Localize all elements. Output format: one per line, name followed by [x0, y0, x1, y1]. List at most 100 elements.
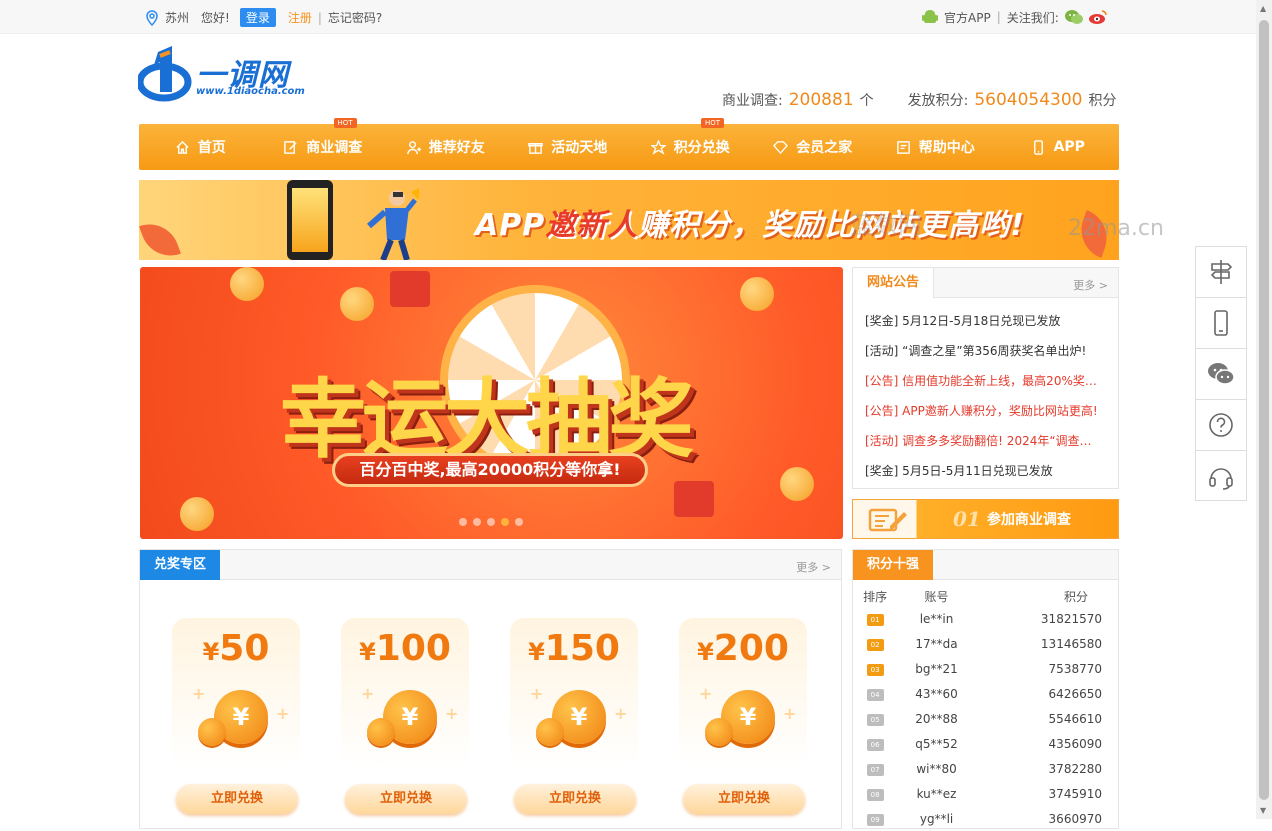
login-button[interactable]: 登录	[239, 8, 276, 27]
amount-value: 150	[544, 628, 620, 669]
join-number: 01	[953, 507, 981, 531]
carousel-dots	[459, 518, 523, 526]
small-coin-icon	[705, 718, 733, 746]
nav-app[interactable]: APP	[997, 124, 1120, 170]
exchange-card: ¥100 + + ¥ 立即兑换	[341, 618, 469, 814]
gift-decoration	[674, 481, 714, 517]
side-toolbar	[1195, 246, 1247, 501]
exchange-card: ¥50 + + ¥ 立即兑换	[172, 618, 300, 814]
rank-account: ku**ez	[916, 786, 957, 801]
rank-badge: 08	[866, 789, 884, 801]
sparkle-icon: +	[614, 704, 628, 723]
official-app-link[interactable]: 官方APP	[944, 9, 991, 26]
site-logo[interactable]: 一调网 www.1diaocha.com	[138, 42, 305, 106]
survey-label: 商业调查:	[722, 93, 783, 109]
rank-account: 43**60	[915, 686, 958, 701]
exchange-button[interactable]: 立即兑换	[345, 784, 467, 814]
carousel-dot[interactable]	[459, 518, 467, 526]
side-wechat-button[interactable]	[1196, 349, 1246, 400]
nav-points-exchange[interactable]: 积分兑换 HOT	[629, 118, 752, 170]
ranking-row: 05 20**88 5546610	[853, 706, 1118, 731]
survey-unit: 个	[859, 93, 874, 109]
notice-header: 网站公告 更多 >	[853, 268, 1118, 298]
location-icon	[146, 9, 158, 26]
promo-slogan: APP邀新人赚积分，奖励比网站更高哟!	[475, 200, 1025, 244]
side-help-button[interactable]	[1196, 400, 1246, 451]
ranking-row: 02 17**da 13146580	[853, 631, 1118, 656]
side-service-button[interactable]	[1196, 451, 1246, 502]
sparkle-icon: +	[192, 684, 206, 703]
notice-item[interactable]: [活动] 调查多多奖励翻倍! 2024年“调查…	[865, 428, 1106, 458]
nav-recommend-friends[interactable]: 推荐好友	[384, 124, 507, 170]
carousel-dot[interactable]	[501, 518, 509, 526]
promoter-illustration	[367, 188, 419, 260]
nav-home[interactable]: 首页	[139, 124, 262, 170]
city-label[interactable]: 苏州	[165, 9, 189, 26]
home-icon	[176, 140, 189, 154]
slogan-app: APP	[475, 208, 546, 243]
rank-points: 5546610	[1048, 711, 1102, 726]
ranking-title: 积分十强	[853, 550, 934, 580]
exchange-more-link[interactable]: 更多 >	[796, 559, 831, 575]
carousel-dot[interactable]	[515, 518, 523, 526]
carousel-dot[interactable]	[473, 518, 481, 526]
coin-decoration	[780, 467, 814, 501]
ranking-row: 03 bg**21 7538770	[853, 656, 1118, 681]
scrollbar[interactable]: ▲ ▼	[1256, 0, 1272, 819]
notice-title: 网站公告	[853, 268, 935, 298]
star-icon	[650, 139, 666, 155]
currency-symbol: ¥	[528, 638, 545, 666]
notice-item[interactable]: [奖金] 5月12日-5月18日兑现已发放	[865, 308, 1106, 338]
notice-item[interactable]: [活动] “调查之星”第356周获奖名单出炉!	[865, 338, 1106, 368]
book-icon	[896, 140, 910, 154]
register-link[interactable]: 注册	[288, 9, 312, 26]
top-bar: 苏州 您好! 登录 注册 | 忘记密码? 官方APP | 关注我们:	[0, 0, 1256, 34]
scroll-up-icon[interactable]: ▲	[1260, 4, 1266, 13]
sparkle-icon: +	[445, 704, 459, 723]
card-amount: ¥200	[679, 628, 807, 669]
weibo-icon[interactable]	[1088, 9, 1107, 25]
notice-list: [奖金] 5月12日-5月18日兑现已发放 [活动] “调查之星”第356周获奖名…	[853, 298, 1118, 498]
slogan-rest: 赚积分，奖励比网站更高哟!	[638, 208, 1025, 243]
notice-more-link[interactable]: 更多 >	[1073, 277, 1108, 293]
follow-label: 关注我们:	[1006, 10, 1059, 25]
notice-item[interactable]: [公告] 信用值功能全新上线，最高20%奖励…	[865, 368, 1106, 398]
rank-account: wi**80	[916, 761, 957, 776]
nav-member-home[interactable]: 会员之家	[752, 124, 875, 170]
ranking-row: 01 le**in 31821570	[853, 606, 1118, 631]
notice-item[interactable]: [公告] APP邀新人赚积分，奖励比网站更高!	[865, 398, 1106, 428]
sparkle-icon: +	[530, 684, 544, 703]
android-icon[interactable]	[922, 8, 938, 26]
promo-banner[interactable]: APP邀新人赚积分，奖励比网站更高哟!	[139, 180, 1119, 260]
points-unit: 积分	[1088, 93, 1117, 109]
nav-activities[interactable]: 活动天地	[507, 124, 630, 170]
hero-subtitle: 百分百中奖,最高20000积分等你拿!	[332, 453, 648, 487]
scrollbar-thumb[interactable]	[1259, 20, 1269, 800]
scroll-down-icon[interactable]: ▼	[1260, 806, 1266, 815]
sparkle-icon: +	[699, 684, 713, 703]
nav-label: 首页	[197, 140, 226, 156]
hot-badge: HOT	[333, 118, 357, 128]
rank-badge: 01	[866, 614, 884, 626]
hero-carousel[interactable]: 幸运大抽奖 百分百中奖,最高20000积分等你拿!	[140, 267, 843, 539]
nav-label: 帮助中心	[918, 140, 975, 156]
exchange-card: ¥150 + + ¥ 立即兑换	[510, 618, 638, 814]
points-label: 发放积分:	[907, 93, 969, 109]
forgot-password-link[interactable]: 忘记密码?	[328, 9, 382, 26]
side-mobile-button[interactable]	[1196, 298, 1246, 349]
side-guide-button[interactable]	[1196, 247, 1246, 298]
hot-badge: HOT	[701, 118, 725, 128]
join-survey-button[interactable]: 01 参加商业调查	[852, 499, 1119, 539]
amount-value: 50	[219, 628, 270, 669]
wechat-icon[interactable]	[1064, 9, 1083, 25]
exchange-button[interactable]: 立即兑换	[176, 784, 298, 814]
ranking-row: 06 q5**52 4356090	[853, 731, 1118, 756]
nav-label: 积分兑换	[673, 140, 730, 156]
exchange-button[interactable]: 立即兑换	[514, 784, 636, 814]
nav-business-survey[interactable]: 商业调查 HOT	[262, 118, 385, 170]
notice-item[interactable]: [奖金] 5月5日-5月11日兑现已发放	[865, 458, 1106, 488]
nav-help-center[interactable]: 帮助中心	[874, 124, 997, 170]
carousel-dot[interactable]	[487, 518, 495, 526]
exchange-button[interactable]: 立即兑换	[683, 784, 805, 814]
rank-badge: 07	[866, 764, 884, 776]
